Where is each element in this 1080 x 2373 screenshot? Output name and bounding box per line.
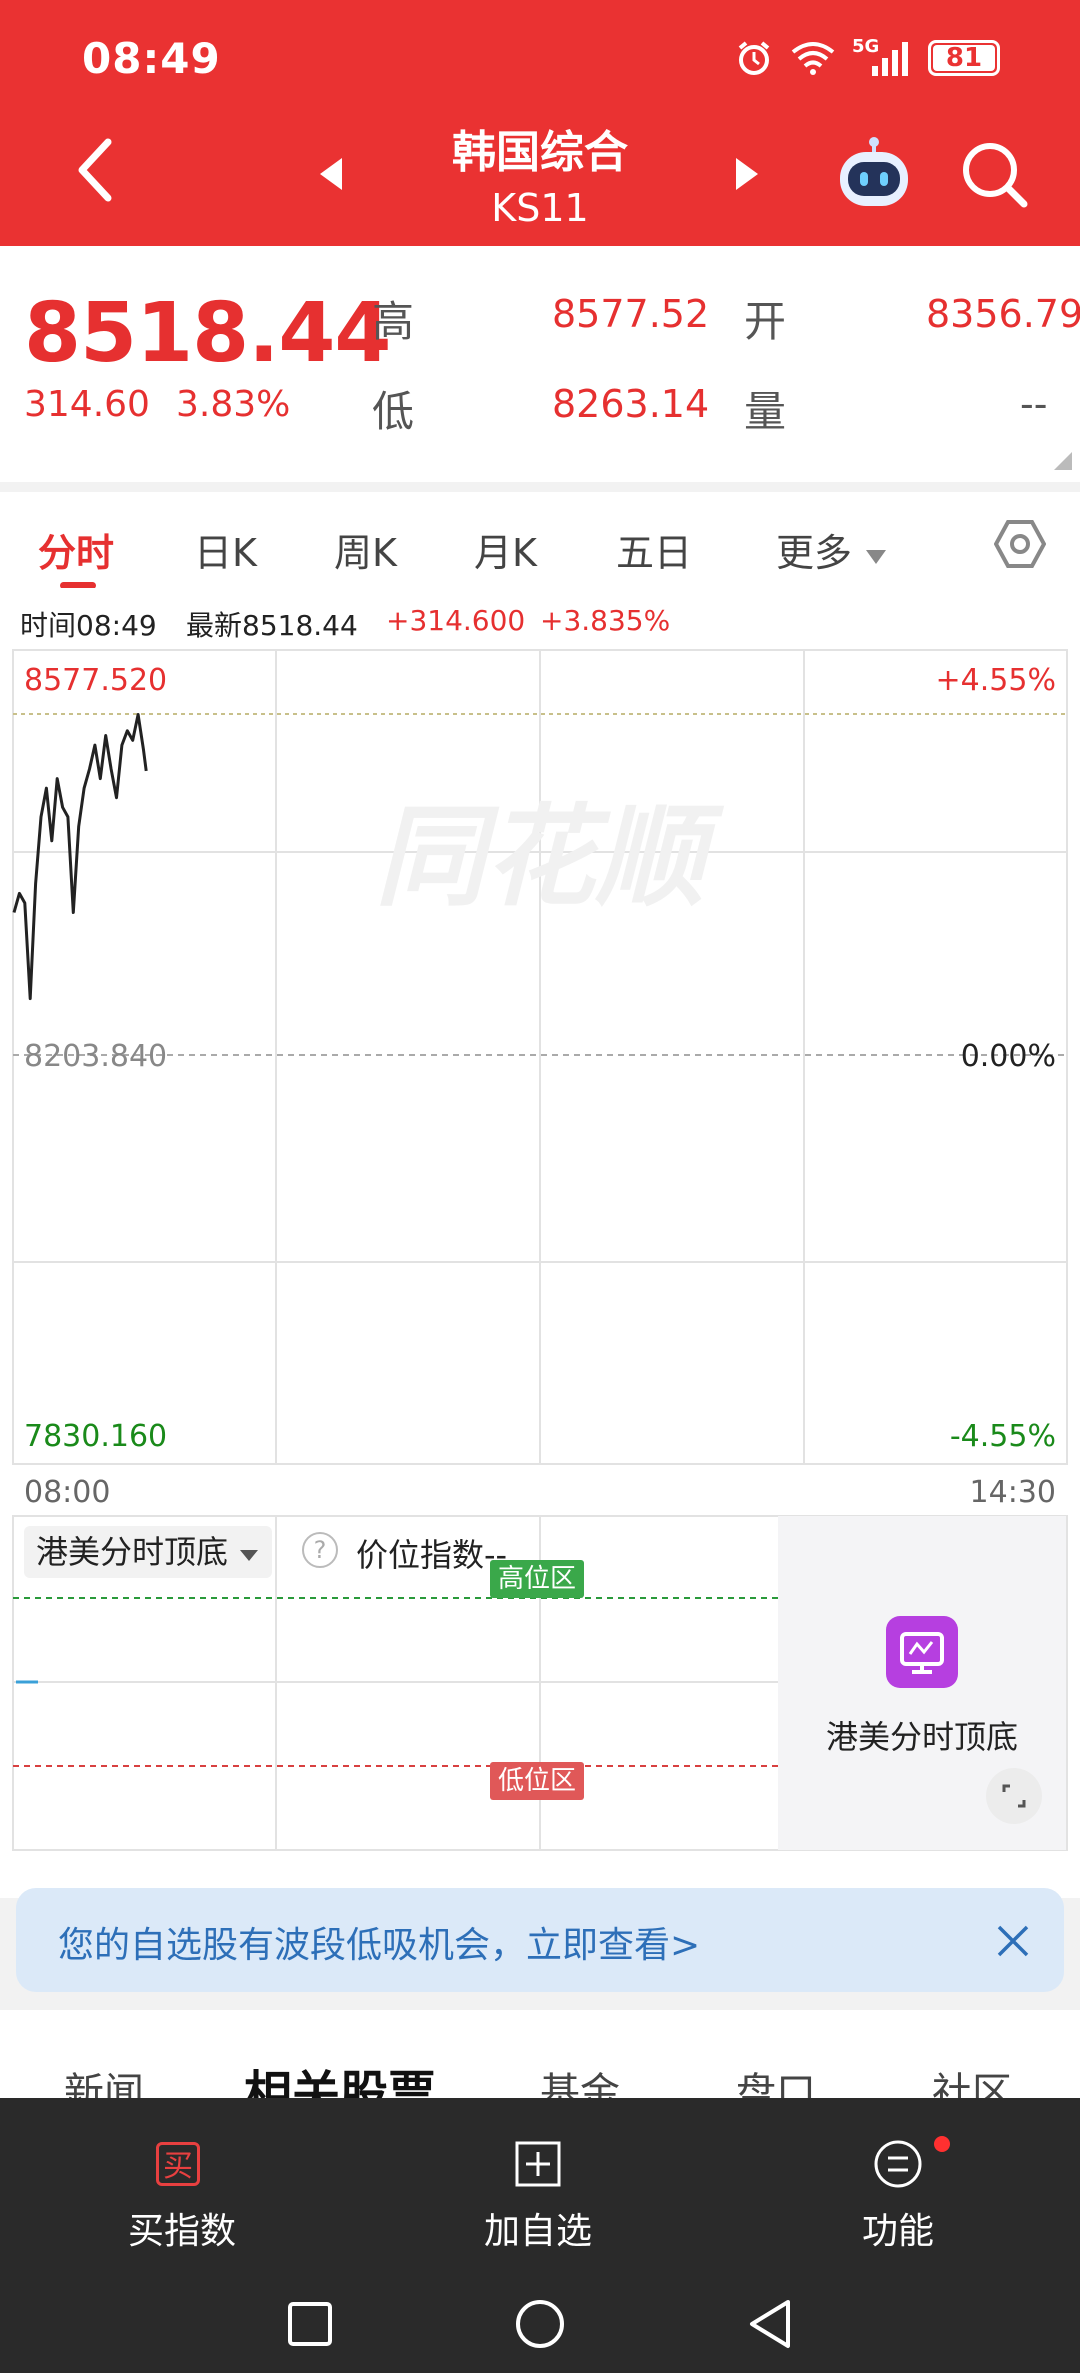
robot-assistant-icon[interactable] — [834, 132, 914, 212]
current-price: 8518.44 — [24, 286, 391, 381]
function-label: 功能 — [861, 2211, 934, 2252]
quote-panel: 8518.44 314.60 3.83% 高 8577.52 开 8356.79… — [0, 246, 1080, 482]
wifi-icon — [791, 42, 835, 75]
buy-index-button[interactable]: 买 买指数 — [96, 2112, 268, 2262]
add-square-icon — [515, 2141, 561, 2187]
fullscreen-icon[interactable] — [986, 1768, 1042, 1824]
pct-bottom-label: -4.55% — [950, 1419, 1056, 1454]
buy-index-label: 买指数 — [127, 2211, 236, 2252]
tab-more-label: 更多 — [776, 531, 853, 575]
period-tabs: 分时 日K 周K 月K 五日 更多 — [0, 492, 1080, 589]
volume-label: 量 — [744, 387, 787, 436]
tab-more[interactable]: 更多 — [776, 522, 888, 577]
battery-level: 81 — [945, 43, 983, 73]
indicator-selector[interactable]: 港美分时顶底 — [24, 1526, 273, 1578]
function-button[interactable]: 功能 — [812, 2112, 984, 2262]
next-stock-icon[interactable] — [734, 156, 760, 192]
battery-icon: 81 — [928, 40, 1000, 76]
search-icon[interactable] — [960, 140, 1030, 210]
low-value: 8263.14 — [552, 382, 710, 426]
status-icons: 5G 81 — [734, 36, 1000, 80]
price-index-label: 价位指数-- — [356, 1536, 508, 1574]
bottom-action-bar: 买 买指数 加自选 功能 — [0, 2098, 1080, 2280]
monitor-icon — [886, 1616, 958, 1688]
tab-related-stocks[interactable]: 相关股票 — [244, 2054, 436, 2100]
price-change: 314.60 — [24, 384, 150, 425]
tab-order-book[interactable]: 盘口 — [736, 2060, 816, 2100]
status-time: 08:49 — [82, 34, 221, 83]
x-start-label: 08:00 — [24, 1475, 110, 1510]
open-value: 8356.79 — [926, 292, 1080, 336]
pct-mid-label: 0.00% — [961, 1039, 1056, 1074]
tab-fund[interactable]: 基金 — [540, 2060, 620, 2100]
settings-icon[interactable] — [994, 518, 1046, 570]
system-nav-bar — [0, 2280, 1080, 2373]
network-type: 5G — [852, 36, 880, 57]
intraday-chart-panel: 时间08:49 最新8518.44 +314.600 +3.835% 同花顺 8… — [0, 588, 1080, 1898]
signal-icon: 5G — [852, 36, 914, 78]
promo-label: 港美分时顶底 — [825, 1718, 1018, 1756]
y-bottom-label: 7830.160 — [24, 1419, 167, 1454]
recent-apps-icon[interactable] — [286, 2300, 334, 2348]
back-nav-icon[interactable] — [746, 2298, 794, 2350]
add-watchlist-label: 加自选 — [483, 2211, 592, 2252]
stock-code: KS11 — [491, 186, 589, 230]
close-icon[interactable] — [996, 1924, 1030, 1958]
high-label: 高 — [372, 297, 415, 346]
app-header: 08:49 5G 81 韩国综合 KS11 — [0, 0, 1080, 246]
high-zone-badge: 高位区 — [490, 1560, 585, 1598]
tab-monthly-k[interactable]: 月K — [474, 522, 537, 577]
tab-news[interactable]: 新闻 — [64, 2060, 144, 2100]
pct-top-label: +4.55% — [936, 663, 1056, 698]
tab-weekly-k[interactable]: 周K — [334, 522, 397, 577]
alarm-icon — [738, 41, 770, 75]
banner-text: 您的自选股有波段低吸机会，立即查看> — [58, 1925, 701, 1966]
menu-icon — [874, 2140, 922, 2188]
home-icon[interactable] — [514, 2298, 566, 2350]
volume-value: -- — [1020, 382, 1048, 426]
low-label: 低 — [372, 387, 415, 436]
price-line — [12, 713, 148, 1001]
tab-daily-k[interactable]: 日K — [194, 522, 257, 577]
tab-five-day[interactable]: 五日 — [616, 522, 692, 577]
x-end-label: 14:30 — [970, 1475, 1056, 1510]
price-change-pct: 3.83% — [176, 384, 291, 425]
chevron-down-icon — [866, 550, 887, 564]
help-icon[interactable]: ? — [302, 1532, 338, 1568]
watermark-logo: 同花顺 — [375, 793, 725, 921]
indicator-name: 港美分时顶底 — [36, 1533, 229, 1571]
open-label: 开 — [744, 297, 787, 346]
tab-community[interactable]: 社区 — [932, 2060, 1012, 2100]
indicator-promo-card[interactable]: 港美分时顶底 — [778, 1516, 1066, 1850]
info-tabs: 新闻 相关股票 基金 盘口 社区 — [0, 2010, 1080, 2100]
buy-icon: 买 — [156, 2142, 200, 2186]
high-value: 8577.52 — [552, 292, 710, 336]
opportunity-banner[interactable]: 您的自选股有波段低吸机会，立即查看> — [16, 1888, 1064, 1992]
stock-name: 韩国综合 — [452, 127, 628, 178]
low-zone-badge: 低位区 — [490, 1762, 585, 1800]
notification-dot — [934, 2136, 950, 2152]
y-top-label: 8577.520 — [24, 663, 167, 698]
chevron-down-icon — [240, 1550, 259, 1561]
tab-intraday[interactable]: 分时 — [38, 522, 114, 577]
expand-corner-icon[interactable] — [1054, 452, 1072, 470]
add-watchlist-button[interactable]: 加自选 — [452, 2112, 624, 2262]
y-mid-label: 8203.840 — [24, 1039, 167, 1074]
